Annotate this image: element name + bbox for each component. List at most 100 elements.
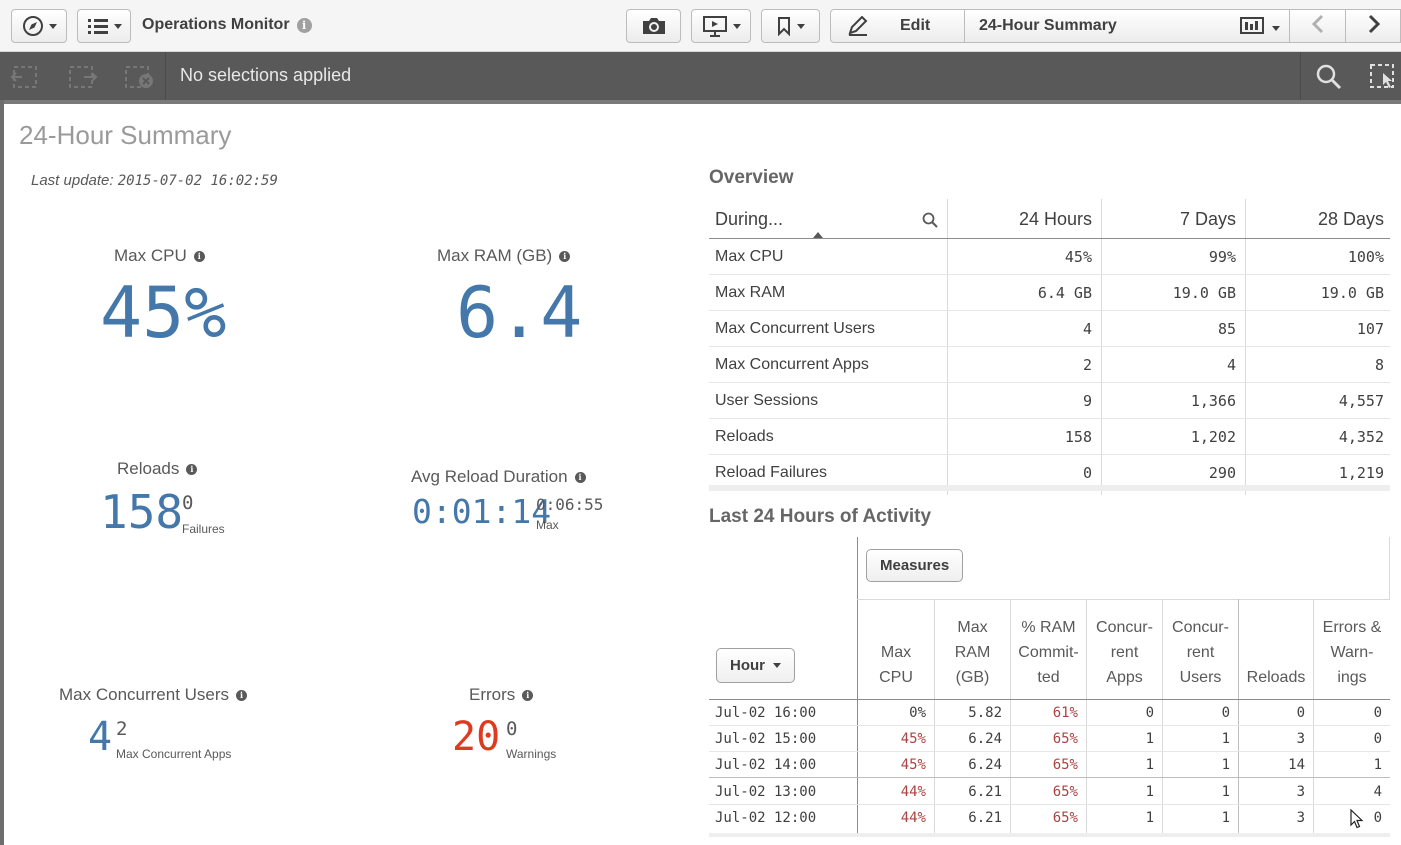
bookmark-button[interactable] <box>761 9 820 43</box>
info-icon[interactable]: i <box>296 17 312 33</box>
kpi-errors-value[interactable]: 20 <box>452 714 500 760</box>
present-button[interactable] <box>691 9 751 43</box>
kpi-avg-reload-max-value: 0:06:55 <box>536 495 604 514</box>
column-header-label: Reloads <box>1246 669 1306 686</box>
sort-ascending-icon <box>813 232 823 238</box>
divider <box>0 100 4 845</box>
activity-pivot-table: Measures Hour Max CPU Max RAM (GB) % RAM… <box>709 537 1390 837</box>
global-menu-button[interactable] <box>77 9 131 43</box>
row-label[interactable]: User Sessions <box>715 383 945 419</box>
table-cell: 45% <box>1064 248 1092 266</box>
row-label[interactable]: Max CPU <box>715 239 945 275</box>
column-header-24h[interactable]: 24 Hours <box>947 199 1092 239</box>
info-icon[interactable]: i <box>236 689 248 701</box>
snapshot-button[interactable] <box>626 9 681 43</box>
kpi-max-ram-value[interactable]: 6.4 <box>456 272 582 354</box>
kpi-warnings-value: 0 <box>506 718 518 740</box>
list-icon <box>87 17 109 35</box>
sheet-controls: Edit 24-Hour Summary <box>830 9 1401 43</box>
last-update-timestamp: 2015-07-02 16:02:59 <box>117 173 278 189</box>
table-cell: 0 <box>1082 464 1092 482</box>
column-header-errors-warnings[interactable]: Errors & Warn-ings <box>1314 599 1390 699</box>
column-header-28d[interactable]: 28 Days <box>1245 199 1384 239</box>
search-icon[interactable] <box>922 212 938 233</box>
clear-all-icon[interactable] <box>124 64 156 95</box>
info-icon[interactable]: i <box>574 471 586 483</box>
row-label[interactable]: Max RAM <box>715 275 945 311</box>
column-header-concurrent-apps[interactable]: Concur-rent Apps <box>1087 599 1162 699</box>
selection-tools <box>0 52 166 100</box>
column-header-reloads[interactable]: Reloads <box>1239 599 1313 699</box>
kpi-max-ram-label: Max RAM (GB) i <box>437 246 571 266</box>
table-cell: 61% <box>1052 705 1078 721</box>
app-title: Operations Monitor i <box>142 16 312 34</box>
table-cell: 44% <box>900 810 926 826</box>
step-back-icon[interactable] <box>8 64 40 95</box>
column-header-label: During... <box>715 208 784 229</box>
table-row: Reload Failures 0 290 1,219 <box>709 455 1390 491</box>
column-header-7d[interactable]: 7 Days <box>1101 199 1236 239</box>
chevron-down-icon <box>113 23 122 29</box>
column-header-dimension[interactable]: During... <box>715 199 945 239</box>
table-cell: 14 <box>1288 757 1305 773</box>
row-label[interactable]: Reloads <box>715 419 945 455</box>
info-icon[interactable]: i <box>186 463 198 475</box>
table-cell: 2 <box>1082 356 1092 374</box>
sheets-menu-button[interactable] <box>1239 16 1280 41</box>
table-row: Jul-02 13:00 44% 6.21 65% 1 1 3 4 <box>709 779 1390 805</box>
table-cell: 1 <box>1145 784 1154 800</box>
column-header-max-cpu[interactable]: Max CPU <box>858 599 934 699</box>
table-row: Jul-02 14:00 45% 6.24 65% 1 1 14 1 <box>709 752 1390 778</box>
column-header-concurrent-users[interactable]: Concur-rent Users <box>1163 599 1238 699</box>
column-header-max-ram[interactable]: Max RAM (GB) <box>935 599 1010 699</box>
table-cell: 4 <box>1373 784 1382 800</box>
divider <box>1389 537 1390 599</box>
table-cell: 290 <box>1208 464 1236 482</box>
step-forward-icon[interactable] <box>68 64 100 95</box>
kpi-avg-reload-value[interactable]: 0:01:14 <box>412 492 551 531</box>
kpi-avg-reload-max-caption: Max <box>536 518 559 532</box>
row-label[interactable]: Jul-02 16:00 <box>709 700 857 726</box>
row-label[interactable]: Jul-02 12:00 <box>709 805 857 831</box>
next-sheet-button[interactable] <box>1345 10 1401 42</box>
measures-button[interactable]: Measures <box>866 549 964 582</box>
table-cell: 6.4 GB <box>1037 284 1092 302</box>
table-row: User Sessions 9 1,366 4,557 <box>709 383 1390 419</box>
kpi-max-users-value[interactable]: 4 <box>88 714 112 760</box>
last-update: Last update: 2015-07-02 16:02:59 <box>31 172 278 189</box>
navigation-menu-button[interactable] <box>11 9 67 43</box>
row-label[interactable]: Max Concurrent Apps <box>715 347 945 383</box>
kpi-max-apps-caption: Max Concurrent Apps <box>116 747 232 761</box>
row-label[interactable]: Jul-02 15:00 <box>709 726 857 752</box>
table-cell: 3 <box>1296 731 1305 747</box>
search-icon[interactable] <box>1315 63 1343 96</box>
kpi-max-cpu-value[interactable]: 45% <box>100 272 226 354</box>
table-cell: 65% <box>1052 731 1078 747</box>
selections-bar: No selections applied <box>0 52 1401 100</box>
info-icon[interactable]: i <box>193 250 205 262</box>
kpi-reloads-label: Reloads i <box>117 459 198 479</box>
row-label[interactable]: Jul-02 14:00 <box>709 752 857 778</box>
kpi-reloads-value[interactable]: 158 <box>100 485 183 539</box>
table-cell: 1,366 <box>1190 392 1236 410</box>
table-cell: 6.24 <box>968 731 1002 747</box>
row-label[interactable]: Max Concurrent Users <box>715 311 945 347</box>
table-cell: 1 <box>1145 731 1154 747</box>
row-label[interactable]: Jul-02 13:00 <box>709 779 857 805</box>
table-row: Max RAM 6.4 GB 19.0 GB 19.0 GB <box>709 275 1390 311</box>
previous-sheet-button[interactable] <box>1289 10 1345 42</box>
info-icon[interactable]: i <box>559 250 571 262</box>
chevron-down-icon <box>732 23 741 29</box>
edit-button[interactable]: Edit <box>831 10 965 42</box>
info-icon[interactable]: i <box>522 689 534 701</box>
kpi-warnings-caption: Warnings <box>506 747 557 761</box>
table-cell: 0% <box>909 705 926 721</box>
column-header-ram-committed[interactable]: % RAM Commit-ted <box>1011 599 1086 699</box>
pencil-icon <box>847 15 869 41</box>
hour-dimension-button[interactable]: Hour <box>716 648 795 683</box>
smart-search-select-icon[interactable] <box>1369 63 1401 96</box>
table-cell: 45% <box>900 731 926 747</box>
table-row: Jul-02 12:00 44% 6.21 65% 1 1 3 0 <box>709 805 1390 831</box>
chevron-down-icon <box>1272 26 1280 31</box>
row-label[interactable]: Reload Failures <box>715 455 945 491</box>
